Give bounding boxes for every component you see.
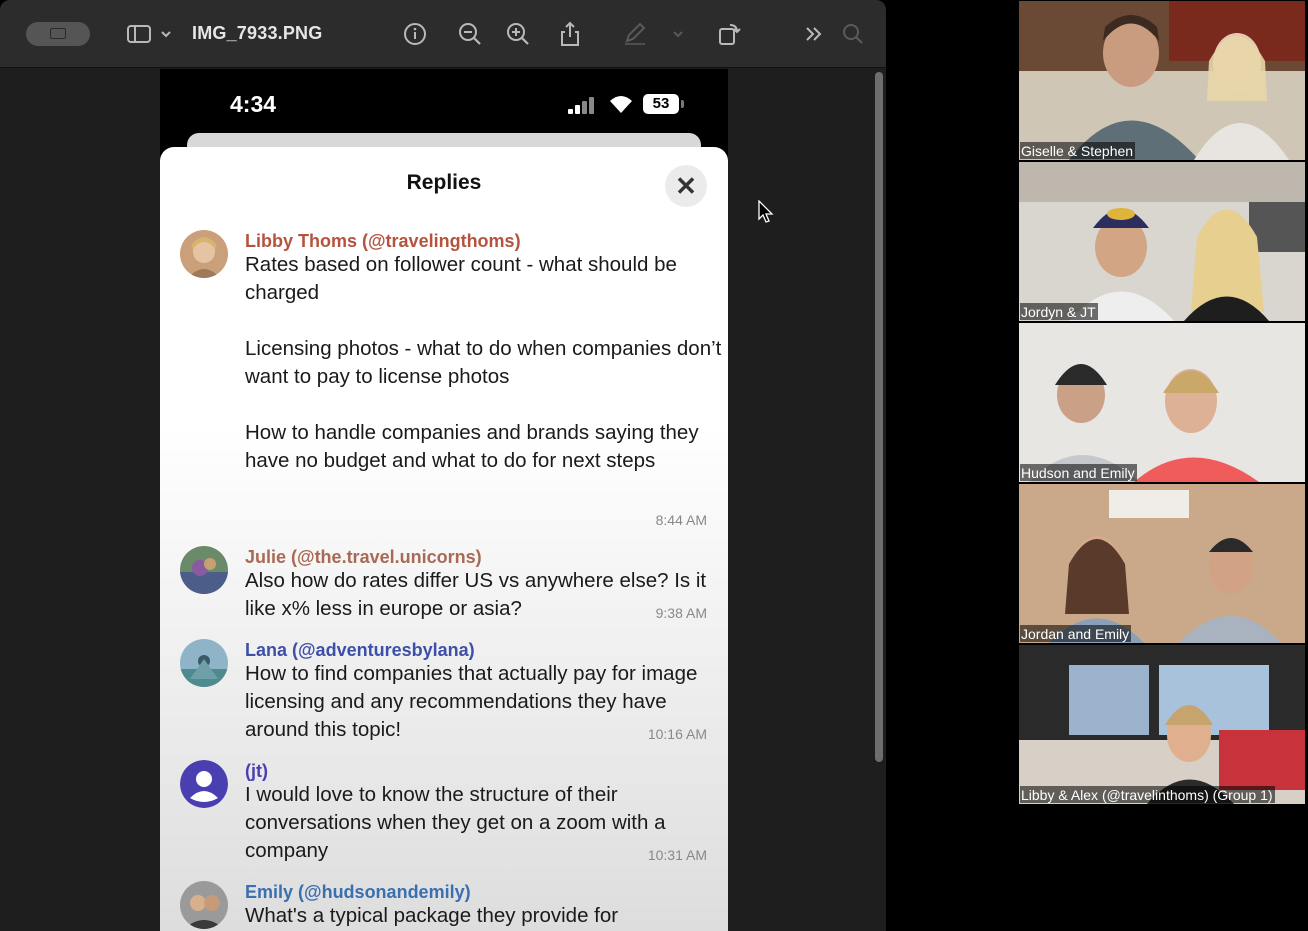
rotate-icon[interactable] [716, 21, 742, 47]
search-icon[interactable] [840, 21, 866, 47]
info-icon[interactable] [402, 21, 428, 47]
participant-video-tile[interactable]: Libby & Alex (@travelinthoms) (Group 1) [1019, 645, 1305, 804]
cellular-signal-icon [568, 96, 598, 114]
reply-author[interactable]: Lana (@adventuresbylana) [245, 640, 475, 661]
reply-author[interactable]: Libby Thoms (@travelingthoms) [245, 231, 521, 252]
reply-author[interactable]: Julie (@the.travel.unicorns) [245, 547, 482, 568]
participant-video-tile[interactable]: Hudson and Emily [1019, 323, 1305, 482]
markup-icon[interactable] [622, 21, 648, 47]
document-title: IMG_7933.PNG [192, 23, 323, 43]
reply-time: 9:38 AM [655, 605, 707, 621]
reply-time: 10:16 AM [647, 726, 707, 742]
participant-name: Giselle & Stephen [1020, 142, 1136, 159]
vertical-scrollbar[interactable] [875, 72, 883, 762]
avatar[interactable] [180, 546, 228, 594]
reply-time: 10:31 AM [647, 847, 707, 863]
participant-name: Libby & Alex (@travelinthoms) (Group 1) [1020, 786, 1275, 803]
avatar[interactable] [180, 639, 228, 687]
participant-video-tile[interactable]: Jordyn & JT [1019, 162, 1305, 321]
participant-video-tile[interactable]: Jordan and Emily [1019, 484, 1305, 643]
battery-icon: 53 [643, 94, 679, 114]
default-avatar-icon[interactable] [180, 760, 228, 808]
participant-video-tile[interactable]: Giselle & Stephen [1019, 1, 1305, 160]
replies-sheet: Replies ✕ Libby Thoms (@travelingthoms) … [160, 147, 728, 931]
reply-text: What's a typical package they provide fo… [245, 904, 619, 927]
video-gallery: Giselle & Stephen Jordyn & JT Hudson and… [1019, 1, 1305, 805]
preview-window: IMG_7933.PNG 4:34 53 Replies ✕ Libby Tho… [0, 0, 886, 931]
phone-screenshot: 4:34 53 Replies ✕ Libby Thoms (@travelin… [160, 69, 728, 931]
battery-cap [681, 100, 684, 108]
zoom-in-icon[interactable] [505, 21, 531, 47]
window-icon [50, 28, 66, 39]
status-time: 4:34 [230, 91, 277, 117]
participant-name: Jordyn & JT [1020, 303, 1098, 320]
participant-name: Hudson and Emily [1020, 464, 1137, 481]
reply-time: 8:44 AM [655, 512, 707, 528]
window-controls-button[interactable] [26, 22, 90, 46]
close-button[interactable]: ✕ [665, 165, 707, 207]
preview-toolbar: IMG_7933.PNG [0, 0, 886, 68]
avatar[interactable] [180, 881, 228, 929]
wifi-icon [608, 94, 634, 114]
chevron-down-icon[interactable] [158, 21, 174, 47]
markup-chevron-icon[interactable] [670, 21, 686, 47]
sidebar-icon[interactable] [126, 21, 152, 47]
participant-name: Jordan and Emily [1020, 625, 1132, 642]
reply-author[interactable]: Emily (@hudsonandemily) [245, 882, 471, 903]
share-icon[interactable] [557, 21, 583, 47]
more-chevrons-icon[interactable] [801, 21, 827, 47]
mouse-cursor-icon [758, 199, 774, 224]
reply-text: Also how do rates differ US vs anywhere … [245, 569, 707, 620]
reply-author[interactable]: (jt) [245, 761, 268, 782]
avatar[interactable] [180, 230, 228, 278]
zoom-out-icon[interactable] [457, 21, 483, 47]
reply-text: Rates based on follower count - what sho… [245, 253, 722, 472]
sheet-title: Replies [406, 171, 482, 194]
